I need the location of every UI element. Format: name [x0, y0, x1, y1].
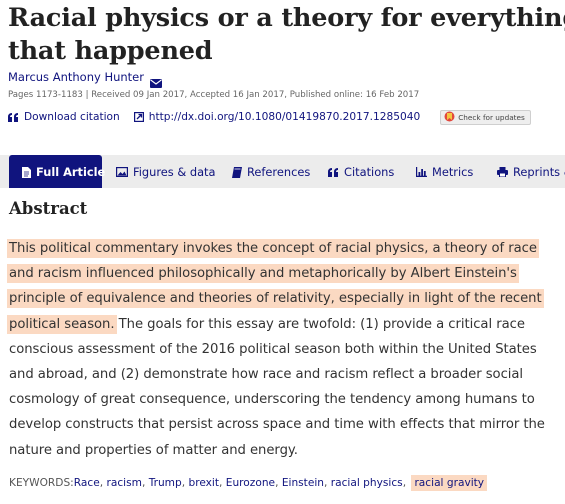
tab-label: Citations — [344, 165, 395, 179]
image-icon — [116, 167, 128, 177]
keywords-label: KEYWORDS: — [9, 477, 74, 489]
keyword-separator: , — [324, 477, 331, 489]
article-links: Download citation http://dx.doi.org/10.1… — [8, 108, 531, 126]
check-updates-label: Check for updates — [458, 112, 525, 122]
keyword-link[interactable]: racism — [106, 477, 141, 489]
print-icon — [497, 167, 508, 177]
doi-link[interactable]: http://dx.doi.org/10.1080/01419870.2017.… — [133, 111, 421, 123]
tab-label: References — [247, 165, 311, 179]
book-icon — [232, 166, 242, 178]
download-citation-label: Download citation — [24, 111, 120, 123]
keyword-link[interactable]: Eurozone — [226, 477, 275, 489]
tab-reprints[interactable]: Reprints & — [497, 155, 565, 188]
keyword-separator: , — [402, 477, 410, 489]
bar-chart-icon — [416, 167, 427, 177]
title-line-1: Racial physics or a theory for everythin… — [8, 3, 565, 33]
abstract-text: This political commentary invokes the co… — [7, 236, 559, 463]
tab-metrics[interactable]: Metrics — [416, 155, 473, 188]
check-for-updates-button[interactable]: Check for updates — [440, 109, 531, 125]
article-title: Racial physics or a theory for everythin… — [8, 2, 565, 68]
abstract-heading: Abstract — [9, 199, 88, 218]
tab-label: Reprints & — [513, 165, 565, 179]
tab-label: Metrics — [432, 165, 474, 179]
author-link[interactable]: Marcus Anthony Hunter — [8, 70, 144, 84]
doi-label: http://dx.doi.org/10.1080/01419870.2017.… — [148, 111, 421, 123]
tab-citations[interactable]: Citations — [328, 155, 394, 188]
keyword-link[interactable]: Race — [74, 477, 100, 489]
envelope-icon[interactable] — [149, 73, 162, 88]
article-tabs: Full Article Figures & data References C… — [0, 155, 565, 188]
tab-full-article[interactable]: Full Article — [9, 155, 106, 188]
quote-icon — [8, 112, 19, 122]
keyword-separator: , — [219, 477, 226, 489]
document-icon — [22, 166, 31, 178]
crossmark-icon — [444, 111, 455, 124]
keyword-link[interactable]: racial gravity — [411, 475, 488, 491]
download-citation-link[interactable]: Download citation — [8, 111, 120, 123]
author-row: Marcus Anthony Hunter — [8, 70, 162, 88]
abstract-rest: The goals for this essay are twofold: (1… — [9, 316, 545, 458]
external-link-icon — [133, 112, 144, 122]
keywords-row: KEYWORDS: Race, racism, Trump, brexit, E… — [9, 475, 488, 491]
keywords-list: Race, racism, Trump, brexit, Eurozone, E… — [74, 475, 488, 491]
keyword-separator: , — [275, 477, 282, 489]
publication-meta: Pages 1173-1183 | Received 09 Jan 2017, … — [8, 90, 420, 100]
keyword-separator: , — [141, 477, 149, 489]
title-line-2: that happened — [8, 36, 213, 66]
keyword-link[interactable]: Trump — [149, 477, 182, 489]
quote-icon — [328, 167, 338, 177]
tab-figures-data[interactable]: Figures & data — [116, 155, 216, 188]
keyword-link[interactable]: Einstein — [282, 477, 324, 489]
tab-label: Full Article — [36, 165, 106, 179]
keyword-link[interactable]: racial physics — [331, 477, 403, 489]
tab-label: Figures & data — [133, 165, 216, 179]
keyword-link[interactable]: brexit — [188, 477, 219, 489]
tab-references[interactable]: References — [232, 155, 310, 188]
